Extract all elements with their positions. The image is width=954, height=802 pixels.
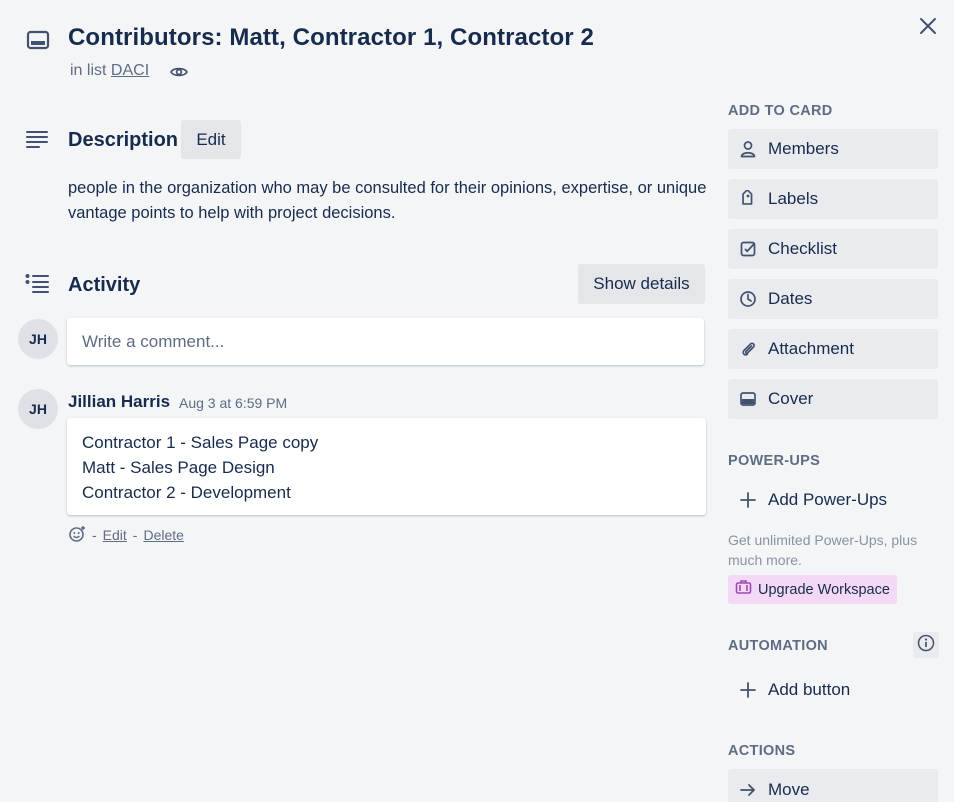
checklist-button[interactable]: Checklist [728,229,938,269]
tag-icon [738,189,758,209]
move-button[interactable]: Move [728,769,938,802]
eye-icon[interactable] [169,62,189,82]
move-label: Move [768,780,810,799]
close-button[interactable] [914,14,942,42]
members-label: Members [768,139,839,158]
separator: - [92,527,97,543]
upgrade-workspace-button[interactable]: Upgrade Workspace [728,575,897,604]
add-power-ups-label: Add Power-Ups [768,490,888,509]
edit-comment-link[interactable]: Edit [103,527,127,543]
checklist-label: Checklist [768,239,837,258]
description-text[interactable]: people in the organization who may be co… [68,176,708,226]
comment-input[interactable]: Write a comment... [67,318,704,365]
description-heading: Description [68,129,179,151]
comment-timestamp[interactable]: Aug 3 at 6:59 PM [179,395,287,411]
power-ups-note: Get unlimited Power-Ups, plus much more. [728,532,918,568]
avatar[interactable]: JH [18,389,58,429]
in-list-text: in list DACI [70,62,149,80]
cover-label: Cover [768,389,814,408]
activity-heading: Activity [68,274,141,296]
automation-heading: AUTOMATION [728,638,828,654]
person-icon [738,139,758,159]
attachment-label: Attachment [768,339,854,358]
card-icon [26,28,50,52]
show-details-button[interactable]: Show details [578,264,705,304]
dates-button[interactable]: Dates [728,279,938,319]
close-icon [919,17,937,40]
automation-info-button[interactable] [913,632,939,658]
comment-line: Matt - Sales Page Design [82,458,275,477]
clock-icon [738,289,758,309]
plus-icon [738,680,758,700]
add-power-ups-button[interactable]: Add Power-Ups [728,480,938,520]
upgrade-workspace-label: Upgrade Workspace [758,581,890,598]
comment-actions: - Edit - Delete [68,525,184,545]
dates-label: Dates [768,289,813,308]
info-icon [917,634,935,657]
comment-author: Jillian Harris [68,392,171,411]
list-link[interactable]: DACI [111,62,149,79]
paperclip-icon [738,339,758,359]
activity-icon [25,272,49,296]
add-button-button[interactable]: Add button [728,670,938,710]
description-icon [25,128,49,152]
separator: - [132,527,138,543]
power-ups-heading: POWER-UPS [728,453,821,469]
arrow-right-icon [738,780,758,800]
actions-heading: ACTIONS [728,743,796,759]
add-to-card-heading: ADD TO CARD [728,103,833,119]
edit-description-button[interactable]: Edit [181,120,241,159]
cover-button[interactable]: Cover [728,379,938,419]
attachment-button[interactable]: Attachment [728,329,938,369]
members-button[interactable]: Members [728,129,938,169]
avatar[interactable]: JH [18,319,58,359]
comment-line: Contractor 2 - Development [82,483,291,502]
comment-body: Contractor 1 - Sales Page copy Matt - Sa… [67,418,706,515]
in-list-prefix: in list [70,62,107,79]
delete-comment-link[interactable]: Delete [143,527,183,543]
labels-button[interactable]: Labels [728,179,938,219]
briefcase-icon [735,579,752,600]
plus-icon [738,490,758,510]
checkbox-icon [738,239,758,259]
add-reaction-icon[interactable] [68,525,86,546]
labels-label: Labels [768,189,819,208]
card-title[interactable]: Contributors: Matt, Contractor 1, Contra… [68,24,594,52]
add-button-label: Add button [768,680,851,699]
comment-line: Contractor 1 - Sales Page copy [82,433,319,452]
cover-icon [738,389,758,409]
